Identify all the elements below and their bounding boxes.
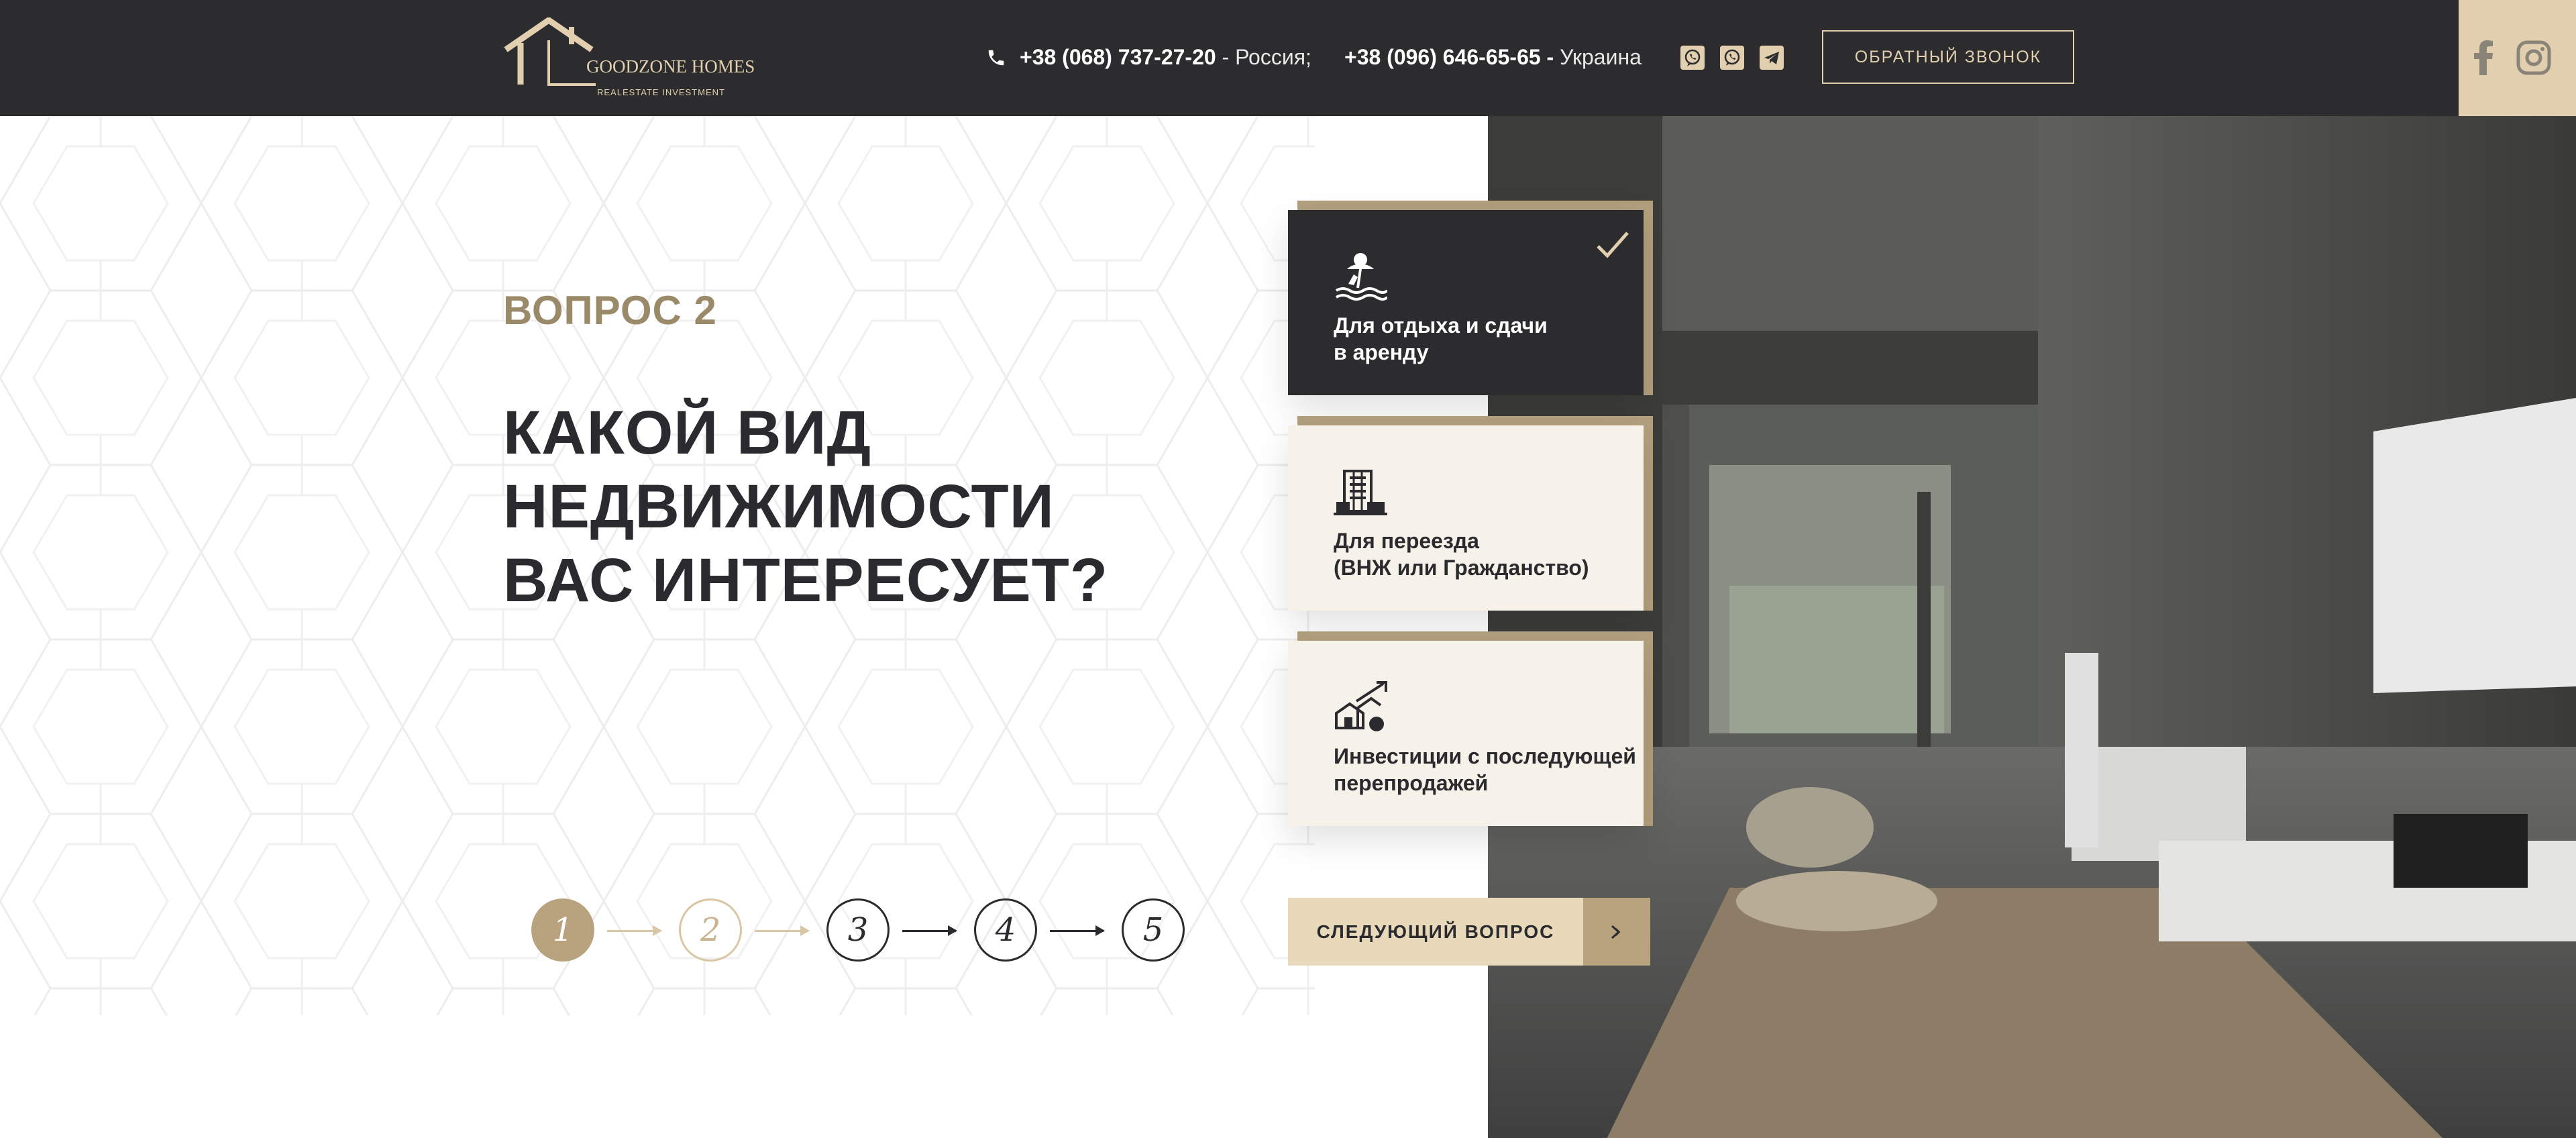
option-label-vacation: Для отдыха и сдачи в аренду bbox=[1334, 313, 1548, 364]
social-panel bbox=[2459, 0, 2576, 116]
question-number: ВОПРОС 2 bbox=[503, 288, 717, 333]
callback-button[interactable]: ОБРАТНЫЙ ЗВОНОК bbox=[1822, 30, 2074, 84]
phone-russia-country: - Россия; bbox=[1222, 45, 1311, 69]
house-logo-icon bbox=[504, 17, 596, 86]
step-arrow-4 bbox=[1050, 925, 1105, 936]
option-card-relocation[interactable]: Для переезда (ВНЖ или Гражданство) bbox=[1288, 425, 1644, 611]
step-arrow-2 bbox=[755, 925, 810, 936]
step-arrow-3 bbox=[902, 925, 957, 936]
site-logo[interactable]: GOODZONE HOMES REALESTATE INVESTMENT bbox=[502, 17, 755, 99]
viber-icon[interactable] bbox=[1680, 46, 1705, 70]
next-question-label: СЛЕДУЮЩИЙ ВОПРОС bbox=[1316, 921, 1555, 942]
next-question-button[interactable]: СЛЕДУЮЩИЙ ВОПРОС bbox=[1288, 898, 1650, 966]
step-3: 3 bbox=[826, 898, 890, 962]
option-card-vacation[interactable]: Для отдыха и сдачи в аренду bbox=[1288, 210, 1644, 395]
step-4: 4 bbox=[974, 898, 1037, 962]
facebook-icon[interactable] bbox=[2473, 40, 2493, 75]
quiz-background bbox=[0, 116, 1488, 1138]
option-card-investment[interactable]: Инвестиции с последующей перепродажей bbox=[1288, 641, 1644, 826]
geometric-pattern bbox=[0, 116, 1315, 1015]
investment-growth-icon bbox=[1335, 681, 1387, 731]
step-indicator: 1 2 3 4 5 bbox=[531, 896, 1189, 964]
beach-icon bbox=[1335, 253, 1387, 301]
checkmark-icon bbox=[1597, 231, 1629, 258]
option-label-relocation: Для переезда (ВНЖ или Гражданство) bbox=[1334, 529, 1589, 580]
whatsapp-icon[interactable] bbox=[1720, 46, 1744, 70]
phone-russia-number: +38 (068) 737-27-20 bbox=[1020, 45, 1216, 69]
double-chevron-icon bbox=[1611, 925, 1621, 939]
step-2: 2 bbox=[679, 898, 742, 962]
step-1: 1 bbox=[531, 898, 594, 962]
phone-ukraine-number: +38 (096) 646-65-65 - bbox=[1344, 45, 1554, 69]
logo-name: GOODZONE HOMES bbox=[586, 56, 755, 76]
building-icon bbox=[1334, 470, 1387, 515]
phone-russia[interactable]: +38 (068) 737-27-20 - Россия; bbox=[1020, 45, 1311, 70]
telegram-icon[interactable] bbox=[1760, 46, 1784, 70]
phone-ukraine[interactable]: +38 (096) 646-65-65 - Украина bbox=[1344, 45, 1642, 70]
instagram-icon[interactable] bbox=[2516, 40, 2551, 75]
option-label-investment: Инвестиции с последующей перепродажей bbox=[1334, 744, 1636, 795]
logo-tagline: REALESTATE INVESTMENT bbox=[597, 87, 725, 97]
top-header: GOODZONE HOMES REALESTATE INVESTMENT +38… bbox=[0, 0, 2576, 116]
phone-icon bbox=[988, 50, 1004, 66]
question-title: КАКОЙ ВИД НЕДВИЖИМОСТИ ВАС ИНТЕРЕСУЕТ? bbox=[503, 399, 1109, 615]
phone-ukraine-country: Украина bbox=[1560, 45, 1642, 69]
step-5: 5 bbox=[1122, 898, 1185, 962]
next-arrow bbox=[1583, 898, 1650, 966]
step-arrow-1 bbox=[607, 925, 662, 936]
